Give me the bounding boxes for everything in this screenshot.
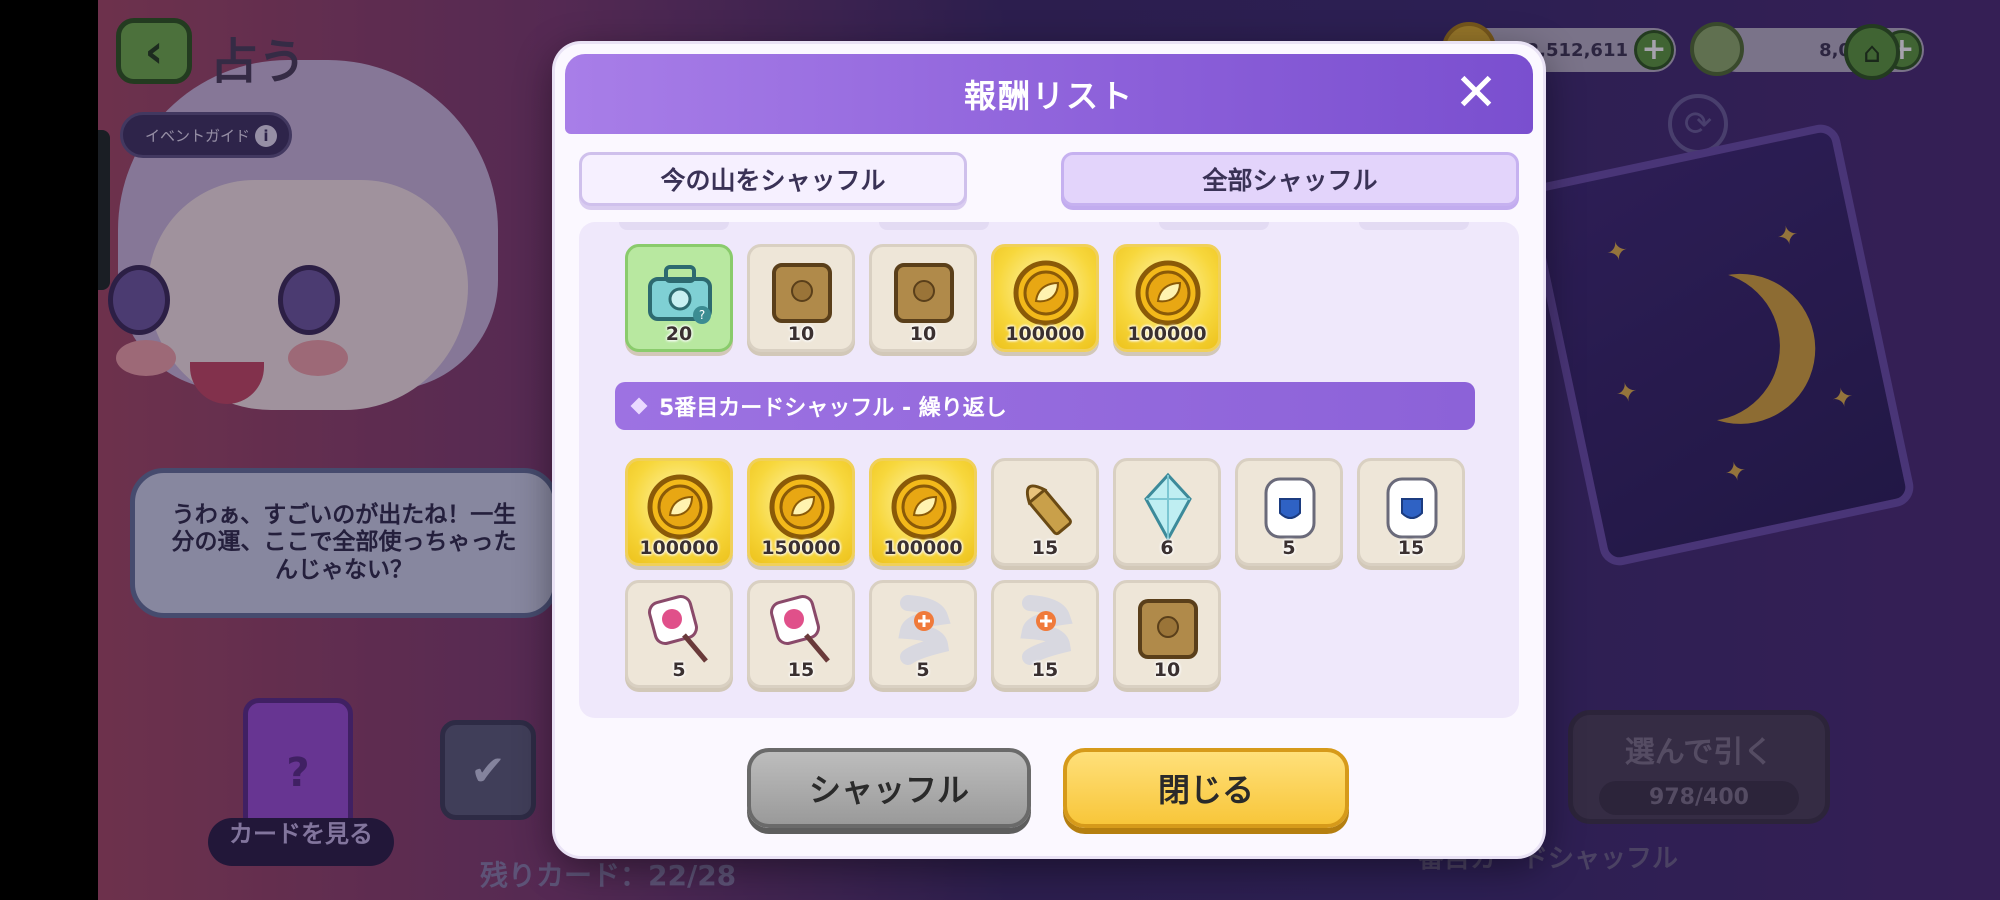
reward-item[interactable]: 10 xyxy=(1113,580,1221,688)
reward-quantity: 100000 xyxy=(639,537,719,559)
shuffle-button[interactable]: シャッフル xyxy=(747,748,1031,828)
diamond-icon xyxy=(630,397,648,415)
reward-item[interactable]: 100000 xyxy=(1113,244,1221,352)
reward-quantity: 10 xyxy=(909,323,937,345)
bullet-icon xyxy=(1008,469,1084,545)
reward-quantity: 15 xyxy=(787,659,815,681)
section-title: 5番目カードシャッフル - 繰り返し xyxy=(659,396,1007,421)
reward-quantity: 150000 xyxy=(761,537,841,559)
reward-item[interactable]: 150000 xyxy=(747,458,855,566)
reward-quantity: 20 xyxy=(665,323,693,345)
leaf-coin-icon xyxy=(1008,255,1084,331)
reward-item[interactable]: 100000 xyxy=(991,244,1099,352)
section-header: 5番目カードシャッフル - 繰り返し xyxy=(615,382,1475,430)
reward-quantity: 6 xyxy=(1160,537,1174,559)
reward-item[interactable]: 100000 xyxy=(869,458,977,566)
reward-list-dialog: 報酬リスト ✕ 今の山をシャッフル 全部シャッフル ? 20 10 10 100000 1… xyxy=(555,44,1543,856)
leaf-coin-icon xyxy=(764,469,840,545)
reward-quantity: 5 xyxy=(1282,537,1296,559)
reward-quantity: 100000 xyxy=(1127,323,1207,345)
tab-shuffle-current-pile[interactable]: 今の山をシャッフル xyxy=(579,152,967,206)
close-button[interactable]: 閉じる xyxy=(1063,748,1349,828)
reward-quantity: 15 xyxy=(1031,537,1059,559)
reward-item[interactable]: 15 xyxy=(1357,458,1465,566)
cookie-block-icon xyxy=(1130,591,1206,667)
cookie-block-icon xyxy=(764,255,840,331)
reward-quantity: 15 xyxy=(1031,659,1059,681)
reward-item[interactable]: ? 20 xyxy=(625,244,733,352)
dialog-title: 報酬リスト xyxy=(963,77,1134,115)
reward-item[interactable]: 15 xyxy=(991,580,1099,688)
reward-item[interactable]: 100000 xyxy=(625,458,733,566)
crystal-icon xyxy=(1130,469,1206,545)
reward-quantity: 100000 xyxy=(1005,323,1085,345)
reward-quantity: 10 xyxy=(1153,659,1181,681)
leaf-coin-icon xyxy=(1130,255,1206,331)
toolbox-random-icon: ? xyxy=(642,255,718,331)
shield-jar-icon xyxy=(1374,469,1450,545)
scissors-lollipop-icon xyxy=(642,591,718,667)
cross-marshmallow-icon xyxy=(1008,591,1084,667)
cross-marshmallow-icon xyxy=(886,591,962,667)
shield-jar-icon xyxy=(1252,469,1328,545)
close-icon[interactable]: ✕ xyxy=(1449,66,1503,120)
reward-quantity: 100000 xyxy=(883,537,963,559)
cookie-block-icon xyxy=(886,255,962,331)
reward-item[interactable]: 6 xyxy=(1113,458,1221,566)
reward-quantity: 10 xyxy=(787,323,815,345)
reward-item[interactable]: 15 xyxy=(991,458,1099,566)
reward-quantity: 5 xyxy=(916,659,930,681)
reward-item[interactable]: 5 xyxy=(869,580,977,688)
reward-list-panel[interactable]: ? 20 10 10 100000 100000 5番目カードシャッフル - 繰り返し 1… xyxy=(579,222,1519,718)
reward-quantity: 5 xyxy=(672,659,686,681)
dialog-header: 報酬リスト ✕ xyxy=(565,54,1533,134)
svg-text:?: ? xyxy=(699,308,705,322)
reward-item[interactable]: 10 xyxy=(747,244,855,352)
reward-item[interactable]: 5 xyxy=(625,580,733,688)
tab-shuffle-all[interactable]: 全部シャッフル xyxy=(1061,152,1519,206)
leaf-coin-icon xyxy=(642,469,718,545)
reward-item[interactable]: 5 xyxy=(1235,458,1343,566)
scissors-lollipop-icon xyxy=(764,591,840,667)
reward-item[interactable]: 15 xyxy=(747,580,855,688)
reward-quantity: 15 xyxy=(1397,537,1425,559)
reward-item[interactable]: 10 xyxy=(869,244,977,352)
leaf-coin-icon xyxy=(886,469,962,545)
